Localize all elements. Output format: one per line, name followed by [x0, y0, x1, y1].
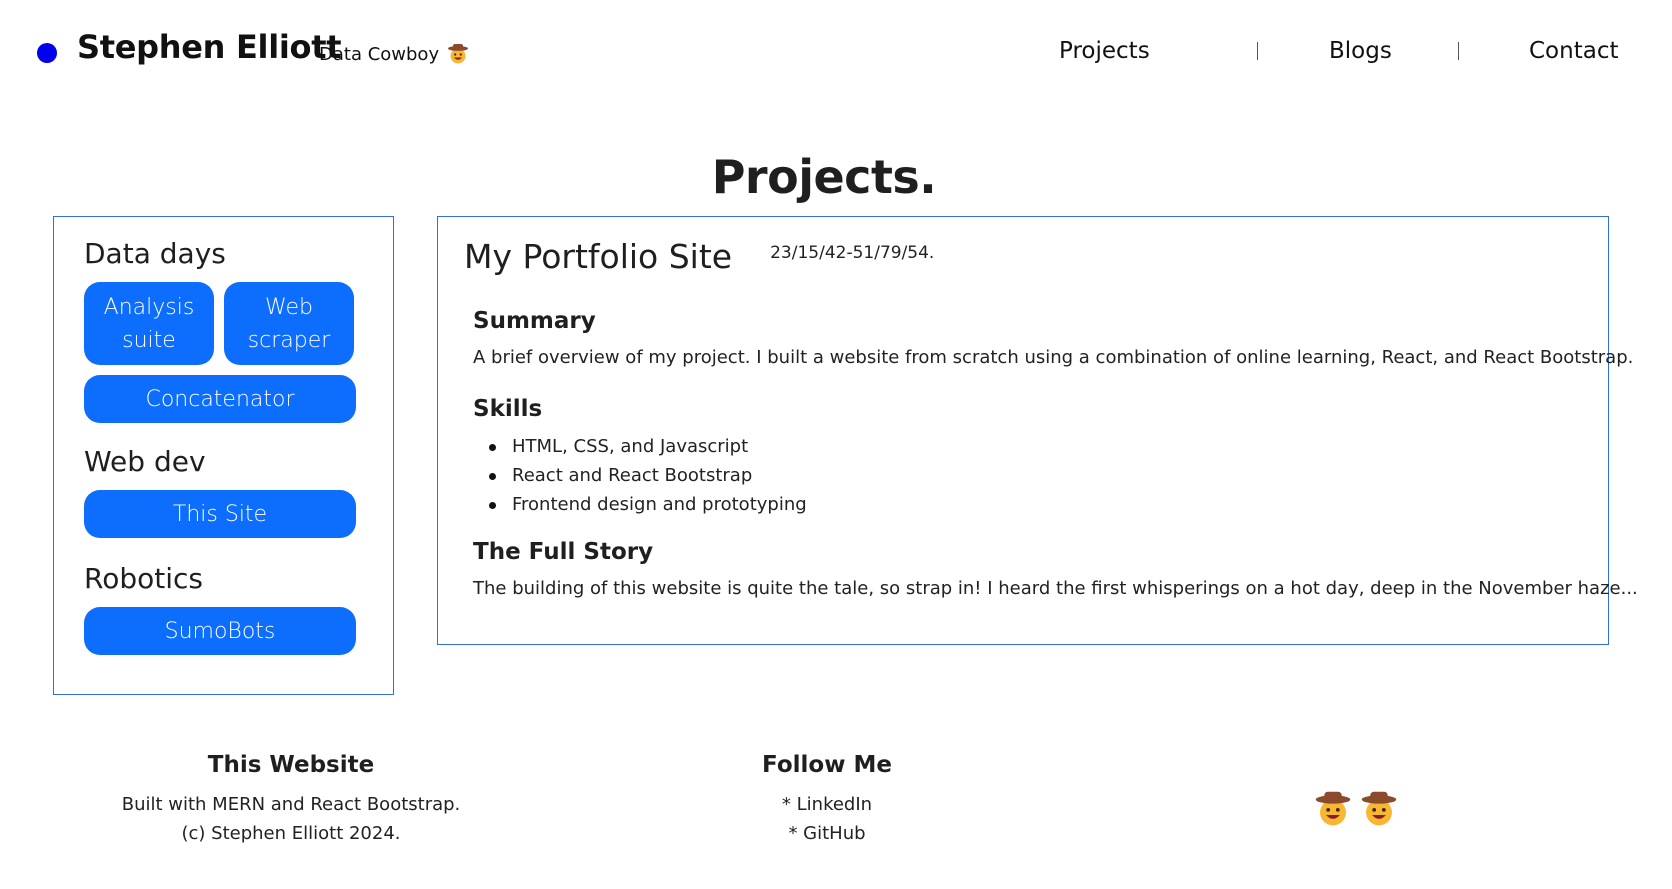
list-item: React and React Bootstrap	[489, 461, 1582, 490]
button-row: Analysis suite Web scraper	[84, 282, 363, 365]
project-detail-panel: My Portfolio Site 23/15/42-51/79/54. Sum…	[437, 216, 1638, 645]
site-footer: This Website Built with MERN and React B…	[0, 752, 1672, 872]
linkedin-link[interactable]: * LinkedIn	[677, 790, 977, 819]
summary-text: A brief overview of my project. I built …	[473, 347, 1634, 368]
skills-heading: Skills	[473, 395, 543, 422]
nav-blogs[interactable]: Blogs	[1329, 38, 1392, 64]
nav-divider	[1257, 42, 1258, 60]
full-story-heading: The Full Story	[473, 538, 654, 565]
this-site-button[interactable]: This Site	[84, 490, 356, 538]
sumobots-button[interactable]: SumoBots	[84, 607, 356, 655]
list-item: Frontend design and prototyping	[489, 490, 1582, 519]
sidebar-group-data-days: Data days Analysis suite Web scraper Con…	[84, 237, 363, 423]
summary-heading: Summary	[473, 308, 596, 334]
footer-emoji-row	[1314, 790, 1398, 828]
footer-follow-title: Follow Me	[762, 752, 892, 778]
github-link[interactable]: * GitHub	[677, 819, 977, 848]
project-sections: Summary A brief overview of my project. …	[473, 308, 1638, 603]
cowboy-face-icon	[1314, 790, 1352, 828]
concatenator-button[interactable]: Concatenator	[84, 375, 356, 423]
nav-projects[interactable]: Projects	[1059, 38, 1150, 64]
web-scraper-button[interactable]: Web scraper	[224, 282, 354, 365]
footer-website-column: This Website Built with MERN and React B…	[91, 752, 491, 848]
cowboy-face-icon	[1360, 790, 1398, 828]
site-header: Stephen Elliott Data Cowboy Projects Blo…	[0, 0, 1672, 100]
nav-contact[interactable]: Contact	[1529, 38, 1618, 64]
sidebar-group-title: Web dev	[84, 445, 206, 478]
full-story-text: The building of this website is quite th…	[473, 577, 1638, 599]
sidebar-group-title: Data days	[84, 237, 226, 270]
project-sidebar: Data days Analysis suite Web scraper Con…	[53, 216, 394, 695]
footer-website-line: Built with MERN and React Bootstrap.	[121, 794, 461, 815]
nav-divider	[1458, 42, 1459, 60]
project-header: My Portfolio Site 23/15/42-51/79/54.	[464, 237, 1582, 276]
analysis-suite-button[interactable]: Analysis suite	[84, 282, 214, 365]
sidebar-group-web-dev: Web dev This Site	[84, 445, 363, 538]
footer-follow-column: Follow Me * LinkedIn * GitHub	[677, 752, 977, 848]
skills-list: HTML, CSS, and Javascript React and Reac…	[489, 432, 1582, 519]
footer-website-line: (c) Stephen Elliott 2024.	[181, 823, 401, 844]
project-title: My Portfolio Site	[464, 237, 733, 276]
page-title: Projects.	[0, 150, 1672, 204]
main-nav: Projects Blogs Contact	[0, 38, 1672, 68]
project-date: 23/15/42-51/79/54.	[770, 243, 935, 263]
list-item: HTML, CSS, and Javascript	[489, 432, 1582, 461]
footer-website-title: This Website	[207, 752, 375, 778]
page-title-text: Projects.	[711, 150, 937, 204]
sidebar-group-title: Robotics	[84, 562, 203, 595]
sidebar-group-robotics: Robotics SumoBots	[84, 562, 363, 655]
